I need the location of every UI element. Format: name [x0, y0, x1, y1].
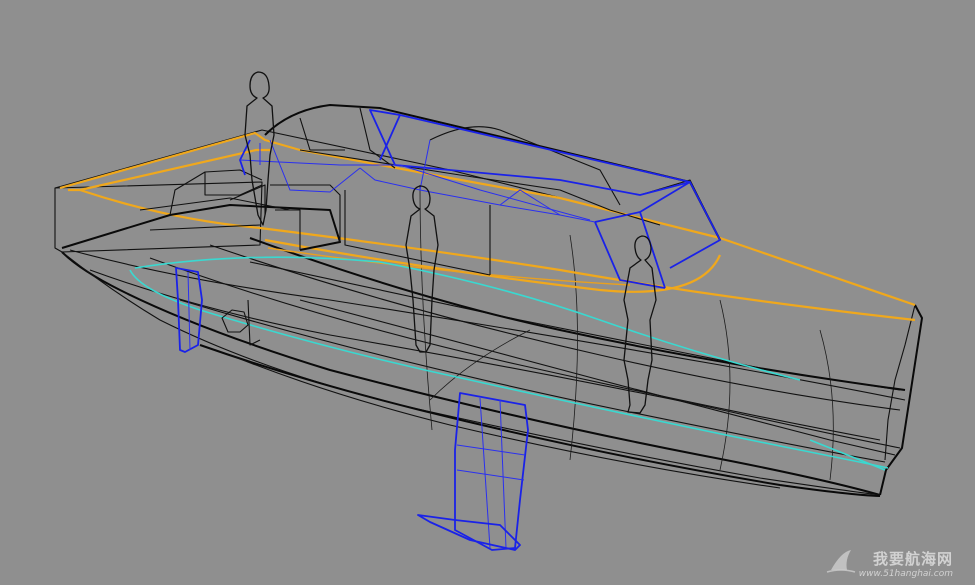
cockpit-blue-aft: [239, 139, 251, 176]
cabin-roof: [369, 109, 691, 196]
bottom-line: [229, 354, 781, 489]
diag-1: [149, 257, 881, 441]
rudder-stock: [187, 271, 191, 351]
keel-fin-ribs: [456, 444, 526, 481]
cabin-aft-edge: [299, 117, 345, 151]
chine-lower: [61, 251, 881, 496]
bulkhead: [344, 190, 491, 276]
station-2: [569, 234, 578, 461]
cabin-window: [499, 189, 561, 216]
station-3: [719, 299, 731, 471]
chine-line-b: [69, 249, 906, 401]
diag-5: [299, 299, 896, 456]
keel-fin-chord-1: [479, 397, 491, 549]
seat-back: [229, 184, 266, 215]
cabin-structure: [239, 109, 721, 289]
chine-main: [61, 251, 881, 496]
bow-stem: [879, 304, 923, 496]
sail-logo-icon: [826, 550, 855, 573]
cad-viewport[interactable]: 我要航海网 www.51hanghai.com: [0, 0, 975, 585]
cockpit-inner: [149, 224, 261, 231]
person-figure-forward: [623, 235, 657, 414]
windscreen-top: [594, 181, 691, 223]
watermark: 我要航海网 www.51hanghai.com: [826, 548, 953, 579]
bow-stem-inner: [884, 304, 916, 461]
windscreen-side: [669, 181, 721, 269]
station-4: [819, 329, 834, 481]
watermark-text: 我要航海网: [872, 550, 953, 568]
watermark-url: www.51hanghai.com: [858, 569, 953, 579]
cabin-mid-blue: [359, 167, 596, 223]
boat-wireframe: [54, 71, 923, 551]
